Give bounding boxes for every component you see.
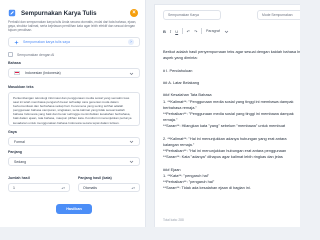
checkbox-label: Sempurnakan dengan AI [17, 52, 55, 57]
length-label: Panjang [8, 150, 22, 154]
sparkle-icon [14, 39, 19, 45]
indonesia-flag-icon [14, 71, 20, 75]
max-tokens-label: Panjang hasil (kata) [78, 176, 112, 180]
mode-input[interactable]: Mode Sempurnakan [257, 10, 300, 20]
length-value: Sedang [14, 159, 27, 164]
max-tokens-value: Otomatis [83, 185, 98, 190]
document-line: **Saran**: Tidak ada kesalahan ejaan di … [163, 185, 251, 191]
prompt-placeholder: Sempurnakan karya tulis saya [23, 40, 70, 44]
stepper-arrows-icon[interactable]: ▴▾ [131, 186, 135, 190]
chevron-down-icon [224, 30, 229, 33]
undo-button[interactable]: ↶ [187, 29, 190, 34]
form-description: Perbaiki dan sempurnakan karya tulis And… [8, 20, 137, 33]
document-line: 1. **Kalimat**: "Penggunaan media sosial… [163, 98, 294, 104]
underline-button[interactable]: U [175, 29, 178, 34]
form-title: Sempurnakan Karya Tulis [21, 9, 97, 17]
style-label: Gaya [8, 130, 17, 134]
text-label: Masukkan teks [8, 85, 34, 89]
redo-button[interactable]: ↷ [194, 29, 197, 34]
language-value: Indonesian (Indonesia) [25, 71, 61, 75]
stepper-arrows-icon[interactable]: ▴▾ [61, 186, 65, 190]
bold-button[interactable]: B [163, 29, 166, 34]
style-select[interactable]: Formal [8, 137, 140, 146]
document-line: **Saran**: Kata "adanya" dihapus agar ka… [163, 154, 283, 160]
chevron-down-icon [129, 72, 134, 75]
chevron-down-icon [129, 140, 134, 143]
style-value: Formal [14, 139, 25, 144]
toolbar-divider [201, 28, 203, 34]
num-results-value: 1 [13, 185, 15, 190]
document-title-input[interactable]: Sempurnakan Karya [163, 10, 221, 20]
edit-document-icon [8, 9, 16, 17]
prompt-send-button[interactable]: › [128, 39, 134, 45]
editor-toolbar: B I U ↶ ↷ Paragraf [163, 27, 229, 35]
chevron-down-icon [129, 160, 134, 163]
text-input-area[interactable]: Perkembangan teknologi informasi dan pen… [8, 92, 140, 126]
ai-checkbox[interactable]: Sempurnakan dengan AI [8, 52, 54, 57]
checkbox-box[interactable] [8, 52, 13, 57]
language-select[interactable]: Indonesian (Indonesia) [8, 68, 140, 78]
close-icon[interactable]: × [130, 9, 138, 17]
italic-button[interactable]: I [170, 29, 171, 34]
document-line: **Perbaikan**: "Penggunaan media sosial … [163, 110, 294, 116]
max-tokens-input[interactable]: Otomatis ▴▾ [78, 183, 140, 192]
num-results-label: Jumlah hasil [8, 176, 30, 180]
submit-button[interactable]: Hasilkan [56, 204, 92, 214]
paragraph-style-select[interactable]: Paragraf [206, 29, 220, 33]
document-line: 2. **Kalimat**: "Hal ini menunjukkan ada… [163, 135, 287, 141]
document-line: **Saran**: Hilangkan kata "yang" sebelum… [163, 123, 286, 129]
prompt-input[interactable]: Sempurnakan karya tulis saya › [8, 37, 140, 47]
word-count: Total kata: 288 [163, 218, 184, 222]
form-panel: Sempurnakan Karya Tulis × Perbaiki dan s… [0, 0, 146, 227]
language-label: Bahasa [8, 61, 21, 65]
editor-content[interactable]: Berikut adalah hasil penyempurnaan teks … [163, 49, 300, 191]
form-header: Sempurnakan Karya Tulis × [8, 8, 138, 18]
num-results-input[interactable]: 1 ▴▾ [8, 183, 70, 192]
editor-panel: Sempurnakan Karya Mode Sempurnakan B I U… [154, 4, 300, 227]
toolbar-divider [182, 28, 183, 34]
length-select[interactable]: Sedang [8, 157, 140, 166]
